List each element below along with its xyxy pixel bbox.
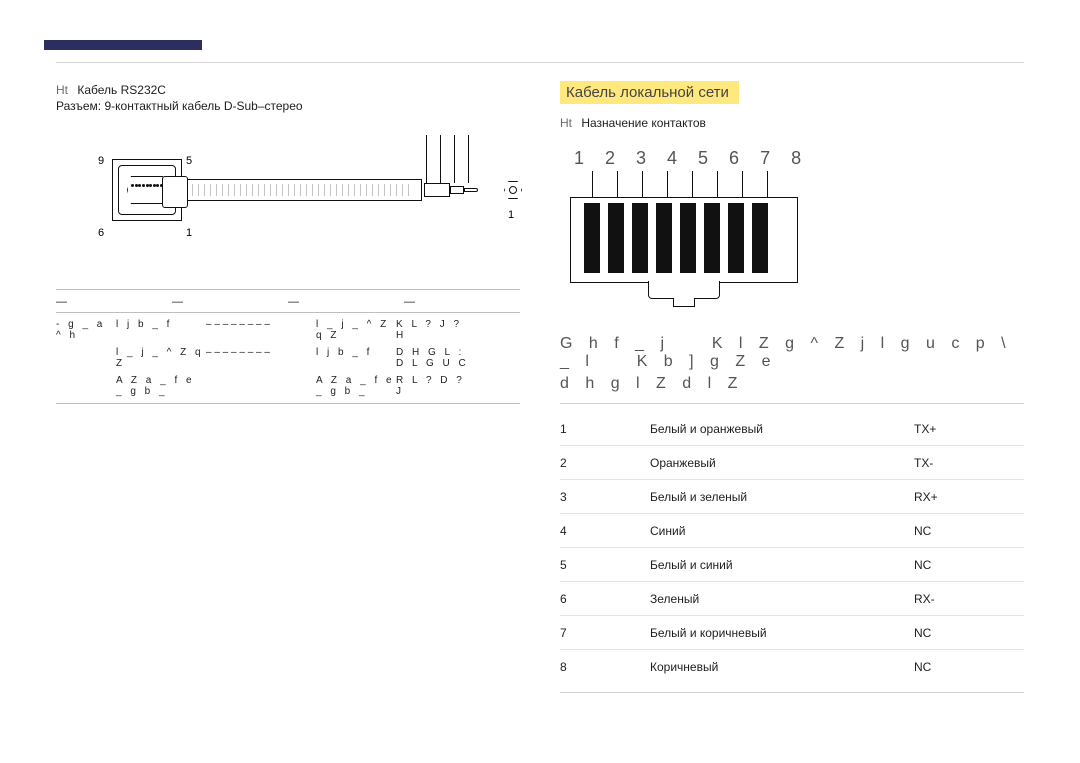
pin-color: Синий: [650, 524, 914, 538]
rs232-subtitle: Разъем: 9-контактный кабель D-Sub–стерео: [56, 99, 520, 113]
pin-color: Белый и синий: [650, 558, 914, 572]
rs-cell: – – – – – – – –: [206, 319, 316, 341]
pin-number: 1: [560, 422, 650, 436]
pin-signal: TX+: [914, 422, 1024, 436]
rs-h2: —: [172, 296, 288, 308]
pin-color: Белый и оранжевый: [650, 422, 914, 436]
pin-color: Зеленый: [650, 592, 914, 606]
pin-color: Коричневый: [650, 660, 914, 674]
pin-signal: RX+: [914, 490, 1024, 504]
hex-nut-icon: [504, 181, 522, 199]
pin-table-head-line2: d h g l Z d l Z: [560, 375, 1024, 393]
table-row: 7 Белый и коричневый NC: [560, 616, 1024, 650]
hd-col3: K b ] g Z e: [637, 353, 777, 370]
pin-number: 2: [560, 456, 650, 470]
jack-pin-1: 1: [508, 209, 514, 221]
rs232-title: Кабель RS232C: [77, 83, 166, 97]
cable-body-icon: [182, 179, 422, 201]
jack-leaders-icon: [426, 135, 496, 183]
rs-cell: l j b _ f: [116, 319, 206, 341]
columns: Ht Кабель RS232C Разъем: 9-контактный ка…: [56, 81, 1024, 701]
pin-color: Белый и зеленый: [650, 490, 914, 504]
lan-bullet-line: Ht Назначение контактов: [560, 116, 1024, 130]
rs-table-body: - g _ a ^ h l j b _ f – – – – – – – – l …: [56, 319, 520, 397]
pin-number: 5: [560, 558, 650, 572]
rs-row: l _ j _ ^ Z q Z – – – – – – – – l j b _ …: [56, 347, 520, 369]
rs-cell: l _ j _ ^ Z q Z: [116, 347, 206, 369]
rs-row: A Z a _ f e _ g b _ A Z a _ f e _ g b _ …: [56, 375, 520, 397]
table-row: 4 Синий NC: [560, 514, 1024, 548]
rs-cell: – – – – – – – –: [206, 347, 316, 369]
rj45-connector-icon: [570, 171, 810, 311]
bullet-glyph: Ht: [56, 83, 68, 97]
hd-col1: G h f _ j: [560, 335, 670, 352]
rj45-diagram: 1 2 3 4 5 6 7 8: [570, 148, 1024, 311]
pin-signal: NC: [914, 626, 1024, 640]
pin-number: 8: [560, 660, 650, 674]
pin-assignment-table: 1 Белый и оранжевый TX+ 2 Оранжевый TX- …: [560, 412, 1024, 684]
header-bar: [44, 40, 202, 50]
rs-h4: —: [404, 296, 520, 308]
table-row: 8 Коричневый NC: [560, 650, 1024, 684]
pin-signal: NC: [914, 524, 1024, 538]
lan-cable-heading: Кабель локальной сети: [560, 81, 739, 104]
table-row: 3 Белый и зеленый RX+: [560, 480, 1024, 514]
rs232-title-line: Ht Кабель RS232C: [56, 83, 520, 97]
rs-row: - g _ a ^ h l j b _ f – – – – – – – – l …: [56, 319, 520, 341]
rs-cell: D H G L : D L G U C: [396, 347, 476, 369]
pin-table-bottom-rule: [560, 692, 1024, 693]
bullet-glyph: Ht: [560, 116, 572, 130]
page: Ht Кабель RS232C Разъем: 9-контактный ка…: [0, 0, 1080, 701]
rs-h3: —: [288, 296, 404, 308]
rs-bot-line: [56, 403, 520, 404]
rs-cell: [56, 347, 116, 369]
top-rule: [56, 62, 1024, 63]
rs-cell: A Z a _ f e _ g b _: [316, 375, 396, 397]
pin-number: 6: [560, 592, 650, 606]
rs-mid-line: [56, 312, 520, 313]
pin-color: Белый и коричневый: [650, 626, 914, 640]
rj45-pin-numbers: 1 2 3 4 5 6 7 8: [574, 148, 1024, 169]
table-row: 6 Зеленый RX-: [560, 582, 1024, 616]
rs-table-header: — — — —: [56, 296, 520, 308]
pin-signal: NC: [914, 558, 1024, 572]
pin-table-head-line1: G h f _ j K l Z g ^ Z j l g u c p \ _ l …: [560, 335, 1024, 371]
table-row: 5 Белый и синий NC: [560, 548, 1024, 582]
pin-signal: RX-: [914, 592, 1024, 606]
rs-cell: R L ? D ? J: [396, 375, 476, 397]
pin-number: 7: [560, 626, 650, 640]
db9-pin-1a: 1: [186, 227, 192, 239]
pin-color: Оранжевый: [650, 456, 914, 470]
pin-table-top-rule: [560, 403, 1024, 404]
lan-bullet-text: Назначение контактов: [581, 116, 706, 130]
pin-signal: NC: [914, 660, 1024, 674]
stereo-jack-icon: [424, 183, 494, 197]
table-row: 1 Белый и оранжевый TX+: [560, 412, 1024, 446]
pin-number: 4: [560, 524, 650, 538]
rs-cell: - g _ a ^ h: [56, 319, 116, 341]
rs232-diagram: 9 5 6 1 1: [56, 129, 520, 279]
rs-cell: l j b _ f: [316, 347, 396, 369]
pin-signal: TX-: [914, 456, 1024, 470]
rs-h1: —: [56, 296, 172, 308]
db9-pin-6: 6: [98, 227, 104, 239]
rs-cell: l _ j _ ^ Z q Z: [316, 319, 396, 341]
right-column: Кабель локальной сети Ht Назначение конт…: [560, 81, 1024, 701]
db9-pin-9: 9: [98, 155, 104, 167]
left-column: Ht Кабель RS232C Разъем: 9-контактный ка…: [56, 81, 520, 701]
rs-cell: [56, 375, 116, 397]
rs-cell: [206, 375, 316, 397]
rs-cell: K L ? J ? H: [396, 319, 476, 341]
table-row: 2 Оранжевый TX-: [560, 446, 1024, 480]
db9-pin-5: 5: [186, 155, 192, 167]
rs-cell: A Z a _ f e _ g b _: [116, 375, 206, 397]
pin-number: 3: [560, 490, 650, 504]
rs-top-line: [56, 289, 520, 290]
